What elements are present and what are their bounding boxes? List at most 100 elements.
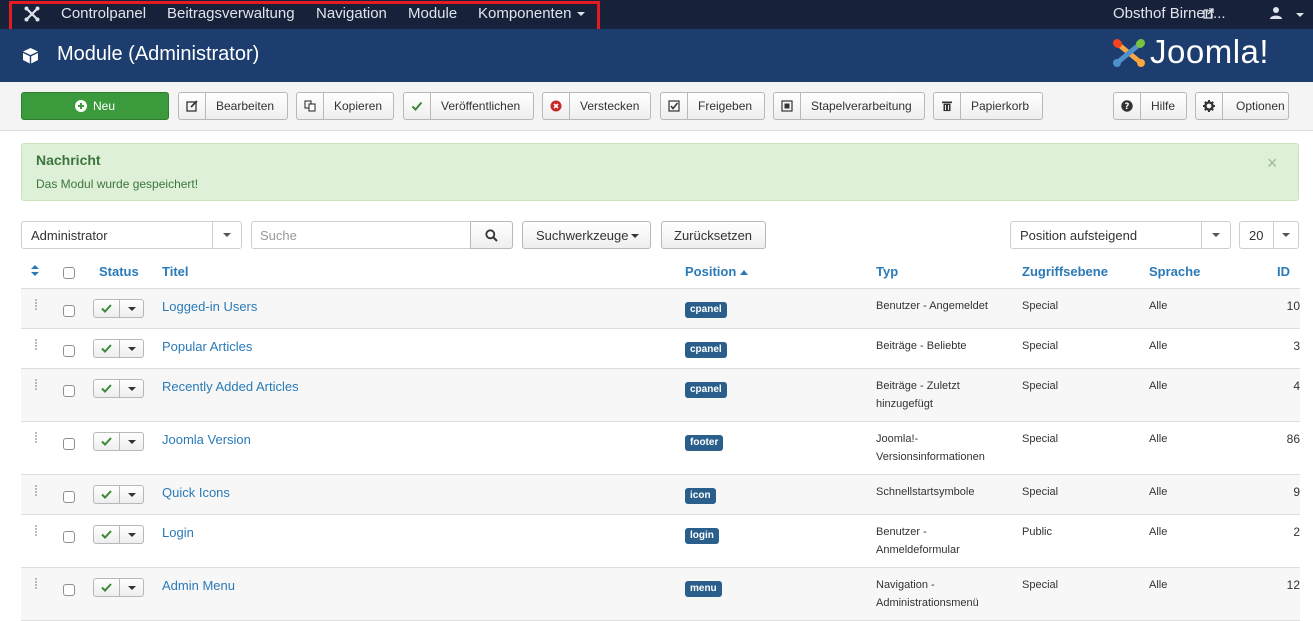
published-check-icon[interactable]	[94, 526, 120, 543]
module-id: 4	[1293, 379, 1300, 393]
row-checkbox[interactable]	[63, 584, 75, 596]
module-id: 10	[1286, 299, 1300, 313]
close-icon[interactable]: ×	[1267, 153, 1278, 174]
row-checkbox[interactable]	[63, 491, 75, 503]
module-type-line: hinzugefügt	[876, 398, 933, 410]
status-dropdown-chevron-icon[interactable]	[120, 380, 143, 397]
drag-handle-icon[interactable]	[35, 578, 39, 590]
joomla-brand-text: Joomla!	[1150, 33, 1270, 70]
module-access: Special	[1022, 340, 1059, 352]
status-toggle[interactable]	[93, 432, 144, 451]
module-title-link[interactable]: Login	[162, 525, 194, 540]
column-language[interactable]: Sprache	[1149, 264, 1200, 279]
sort-ordering-icon[interactable]	[31, 265, 39, 276]
module-title-link[interactable]: Quick Icons	[162, 485, 230, 500]
module-type-line: Navigation -	[876, 579, 935, 591]
module-title-link[interactable]: Logged-in Users	[162, 299, 257, 314]
column-access[interactable]: Zugriffsebene	[1022, 264, 1108, 279]
status-toggle[interactable]	[93, 339, 144, 358]
status-dropdown-chevron-icon[interactable]	[120, 433, 143, 450]
column-status[interactable]: Status	[99, 264, 139, 279]
help-button[interactable]: ? Hilfe	[1113, 92, 1187, 120]
search-tools-button[interactable]: Suchwerkzeuge	[522, 221, 651, 249]
nav-controlpanel[interactable]: Controlpanel	[61, 5, 146, 22]
drag-handle-icon[interactable]	[35, 432, 39, 444]
module-type: Schnellstartsymbole	[876, 486, 975, 498]
table-row: Logged-in Users cpanel Benutzer - Angeme…	[21, 288, 1300, 328]
publish-button[interactable]: Veröffentlichen	[403, 92, 534, 120]
copy-button-label: Kopieren	[334, 99, 383, 113]
status-toggle[interactable]	[93, 525, 144, 544]
published-check-icon[interactable]	[94, 486, 120, 503]
published-check-icon[interactable]	[94, 433, 120, 450]
module-type: Navigation - Administrationsmenü	[876, 576, 979, 612]
search-button[interactable]	[470, 221, 513, 249]
published-check-icon[interactable]	[94, 380, 120, 397]
select-all-checkbox[interactable]	[63, 267, 75, 279]
nav-module[interactable]: Module	[408, 5, 457, 22]
ordering-select[interactable]: Position aufsteigend	[1010, 221, 1231, 249]
column-type[interactable]: Typ	[876, 264, 898, 279]
client-select[interactable]: Administrator	[21, 221, 242, 249]
position-badge-label: icon	[685, 488, 716, 504]
column-id[interactable]: ID	[1277, 264, 1290, 279]
joomla-menu-icon[interactable]	[24, 6, 40, 22]
square-icon	[774, 93, 801, 119]
status-dropdown-chevron-icon[interactable]	[120, 526, 143, 543]
copy-button[interactable]: Kopieren	[296, 92, 394, 120]
module-type-line: Anmeldeformular	[876, 544, 960, 556]
status-toggle[interactable]	[93, 485, 144, 504]
drag-handle-icon[interactable]	[35, 485, 39, 497]
column-position[interactable]: Position	[685, 264, 749, 279]
module-title-link[interactable]: Joomla Version	[162, 432, 251, 447]
nav-komponenten-label: Komponenten	[478, 5, 572, 22]
module-title-link[interactable]: Admin Menu	[162, 578, 235, 593]
unpublish-button[interactable]: Verstecken	[542, 92, 651, 120]
edit-button[interactable]: Bearbeiten	[178, 92, 288, 120]
status-toggle[interactable]	[93, 299, 144, 318]
nav-navigation[interactable]: Navigation	[316, 5, 387, 22]
published-check-icon[interactable]	[94, 340, 120, 357]
svg-text:?: ?	[1125, 102, 1130, 112]
user-icon[interactable]	[1269, 6, 1283, 20]
status-dropdown-chevron-icon[interactable]	[120, 340, 143, 357]
status-dropdown-chevron-icon[interactable]	[120, 300, 143, 317]
options-button-label: Optionen	[1236, 99, 1285, 113]
drag-handle-icon[interactable]	[35, 339, 39, 351]
user-menu-chevron-icon[interactable]	[1296, 13, 1304, 17]
module-title-link[interactable]: Popular Articles	[162, 339, 252, 354]
help-button-label: Hilfe	[1151, 99, 1176, 113]
batch-button[interactable]: Stapelverarbeitung	[773, 92, 925, 120]
checkin-button[interactable]: Freigeben	[660, 92, 765, 120]
nav-beitragsverwaltung[interactable]: Beitragsverwaltung	[167, 5, 295, 22]
status-toggle[interactable]	[93, 379, 144, 398]
row-checkbox[interactable]	[63, 531, 75, 543]
drag-handle-icon[interactable]	[35, 525, 39, 537]
published-check-icon[interactable]	[94, 300, 120, 317]
position-badge-label: cpanel	[685, 382, 727, 398]
options-button[interactable]: Optionen	[1195, 92, 1289, 120]
status-dropdown-chevron-icon[interactable]	[120, 579, 143, 596]
new-button[interactable]: Neu	[21, 92, 169, 120]
module-language: Alle	[1149, 526, 1168, 538]
chevron-down-icon	[631, 234, 639, 238]
search-icon	[485, 228, 498, 242]
status-toggle[interactable]	[93, 578, 144, 597]
row-checkbox[interactable]	[63, 385, 75, 397]
row-checkbox[interactable]	[63, 305, 75, 317]
module-title-link[interactable]: Recently Added Articles	[162, 379, 299, 394]
limit-select[interactable]: 20	[1239, 221, 1299, 249]
search-input[interactable]	[251, 221, 471, 249]
reset-button[interactable]: Zurücksetzen	[661, 221, 766, 249]
row-checkbox[interactable]	[63, 438, 75, 450]
row-checkbox[interactable]	[63, 345, 75, 357]
drag-handle-icon[interactable]	[35, 379, 39, 391]
position-badge-label: cpanel	[685, 302, 727, 318]
table-row: Login login Benutzer - Anmeldeformular Pu…	[21, 514, 1300, 567]
nav-komponenten[interactable]: Komponenten	[478, 5, 586, 22]
trash-button[interactable]: Papierkorb	[933, 92, 1043, 120]
drag-handle-icon[interactable]	[35, 299, 39, 311]
published-check-icon[interactable]	[94, 579, 120, 596]
status-dropdown-chevron-icon[interactable]	[120, 486, 143, 503]
column-title[interactable]: Titel	[162, 264, 189, 279]
